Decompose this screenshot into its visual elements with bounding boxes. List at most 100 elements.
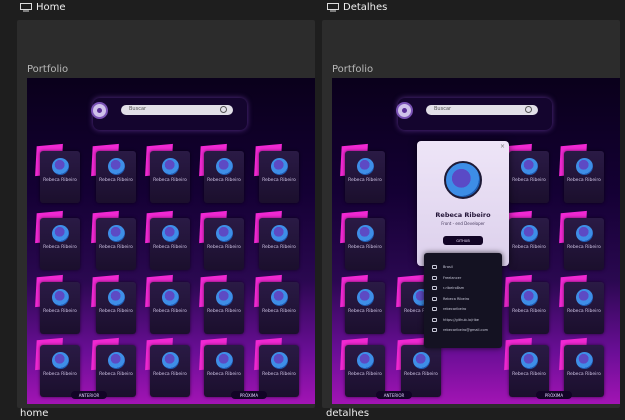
profile-card[interactable]: Rebeca Ribeiro	[340, 274, 385, 334]
profile-card[interactable]: Rebeca Ribeiro	[504, 143, 549, 203]
card-name: Rebeca Ribeiro	[567, 309, 601, 314]
profile-card[interactable]: Rebeca Ribeiro	[504, 274, 549, 334]
card-name: Rebeca Ribeiro	[348, 372, 382, 377]
monitor-icon	[20, 2, 32, 12]
building-icon	[432, 307, 437, 311]
contact-row[interactable]: https://github.io/ribe	[432, 317, 479, 322]
profile-card[interactable]: Rebeca Ribeiro	[254, 210, 299, 270]
card-name: Rebeca Ribeiro	[262, 245, 296, 250]
profile-card[interactable]: Rebeca Ribeiro	[254, 274, 299, 334]
card-avatar	[162, 158, 179, 175]
card-avatar	[576, 352, 593, 369]
profile-card[interactable]: Rebeca Ribeiro	[340, 210, 385, 270]
profile-modal: × Rebeca Ribeiro Front - end Developer G…	[417, 141, 509, 266]
card-avatar	[108, 225, 125, 242]
card-avatar	[162, 225, 179, 242]
contact-row[interactable]: rebecaribeiro	[432, 307, 466, 311]
profile-card[interactable]: Rebeca Ribeiro	[145, 143, 190, 203]
profile-card[interactable]: Rebeca Ribeiro	[145, 337, 190, 397]
card-name: Rebeca Ribeiro	[262, 309, 296, 314]
card-name: Rebeca Ribeiro	[348, 309, 382, 314]
prev-button[interactable]: ANTERIOR	[376, 391, 412, 399]
profile-card[interactable]: Rebeca Ribeiro	[199, 210, 244, 270]
next-button[interactable]: PRÓXIMA	[231, 391, 267, 399]
contact-row[interactable]: Brasil	[432, 265, 453, 269]
close-icon[interactable]: ×	[500, 143, 505, 150]
card-name: Rebeca Ribeiro	[153, 245, 187, 250]
prev-button[interactable]: ANTERIOR	[71, 391, 107, 399]
profile-card[interactable]: Rebeca Ribeiro	[254, 337, 299, 397]
card-avatar	[357, 289, 374, 306]
contact-row[interactable]: Rebeca Ribeiro	[432, 296, 470, 301]
contact-row[interactable]: Freelancer	[432, 275, 461, 280]
profile-card[interactable]: Rebeca Ribeiro	[340, 143, 385, 203]
card-name: Rebeca Ribeiro	[348, 245, 382, 250]
profile-card[interactable]: Rebeca Ribeiro	[199, 337, 244, 397]
doc-icon	[432, 296, 437, 301]
card-avatar	[52, 352, 69, 369]
profile-card[interactable]: Rebeca Ribeiro	[91, 143, 136, 203]
profile-card[interactable]: Rebeca Ribeiro	[559, 274, 604, 334]
frame-tab-home[interactable]: Home	[20, 0, 66, 14]
contact-row[interactable]: rebecaribeiro@gmail.com	[432, 328, 488, 332]
github-logo-icon[interactable]	[91, 102, 108, 119]
profile-card[interactable]: Rebeca Ribeiro	[254, 143, 299, 203]
contact-text: Brasil	[443, 265, 453, 269]
profile-card[interactable]: Rebeca Ribeiro	[199, 143, 244, 203]
next-button[interactable]: PRÓXIMA	[536, 391, 572, 399]
search-placeholder: Buscar	[129, 106, 147, 112]
contact-text: Rebeca Ribeiro	[443, 296, 470, 301]
link-icon	[432, 317, 437, 322]
profile-card[interactable]: Rebeca Ribeiro	[340, 337, 385, 397]
contact-text: rebecaribeiro	[443, 307, 467, 311]
card-name: Rebeca Ribeiro	[512, 178, 546, 183]
search-input[interactable]: Buscar	[426, 105, 538, 115]
chat-icon	[432, 286, 437, 290]
home-canvas: Rebeca Ribeiro Rebeca Ribeiro Rebeca Ribei…	[27, 78, 315, 404]
profile-card[interactable]: Rebeca Ribeiro	[91, 337, 136, 397]
card-avatar	[108, 158, 125, 175]
profile-card[interactable]: Rebeca Ribeiro	[504, 210, 549, 270]
profile-card[interactable]: Rebeca Ribeiro	[91, 210, 136, 270]
frame-tab-detalhes[interactable]: Detalhes	[327, 0, 387, 14]
profile-role: Front - end Developer	[441, 221, 485, 226]
profile-card[interactable]: Rebeca Ribeiro	[559, 337, 604, 397]
search-icon	[525, 106, 532, 113]
profile-avatar	[444, 161, 482, 199]
search-input[interactable]: Buscar	[121, 105, 233, 115]
profile-card[interactable]: Rebeca Ribeiro	[35, 337, 80, 397]
profile-card[interactable]: Rebeca Ribeiro	[504, 337, 549, 397]
profile-card[interactable]: Rebeca Ribeiro	[396, 337, 441, 397]
profile-card[interactable]: Rebeca Ribeiro	[35, 274, 80, 334]
card-name: Rebeca Ribeiro	[567, 178, 601, 183]
card-avatar	[576, 225, 593, 242]
card-avatar	[108, 352, 125, 369]
profile-card[interactable]: Rebeca Ribeiro	[559, 210, 604, 270]
card-avatar	[52, 158, 69, 175]
profile-card[interactable]: Rebeca Ribeiro	[145, 210, 190, 270]
search-icon	[220, 106, 227, 113]
card-avatar	[162, 352, 179, 369]
profile-card[interactable]: Rebeca Ribeiro	[35, 143, 80, 203]
card-avatar	[108, 289, 125, 306]
github-button[interactable]: GITHUB	[443, 236, 483, 245]
card-name: Rebeca Ribeiro	[99, 309, 133, 314]
card-name: Rebeca Ribeiro	[512, 372, 546, 377]
monitor-icon	[327, 2, 339, 12]
card-name: Rebeca Ribeiro	[512, 245, 546, 250]
profile-card[interactable]: Rebeca Ribeiro	[91, 274, 136, 334]
profile-card[interactable]: Rebeca Ribeiro	[559, 143, 604, 203]
profile-card[interactable]: Rebeca Ribeiro	[35, 210, 80, 270]
card-avatar	[52, 289, 69, 306]
contact-text: r-ribeiro8sm	[443, 286, 465, 290]
github-logo-icon[interactable]	[396, 102, 413, 119]
card-avatar	[576, 289, 593, 306]
profile-card[interactable]: Rebeca Ribeiro	[199, 274, 244, 334]
profile-name: Rebeca Ribeiro	[435, 211, 491, 219]
detail-canvas: Rebeca Ribeiro Rebeca Ribeiro Rebeca Ribei…	[332, 78, 620, 404]
contact-text: rebecaribeiro@gmail.com	[443, 328, 489, 332]
card-avatar	[216, 289, 233, 306]
board-label: Portfolio	[332, 64, 374, 75]
contact-row[interactable]: r-ribeiro8sm	[432, 286, 464, 290]
profile-card[interactable]: Rebeca Ribeiro	[145, 274, 190, 334]
